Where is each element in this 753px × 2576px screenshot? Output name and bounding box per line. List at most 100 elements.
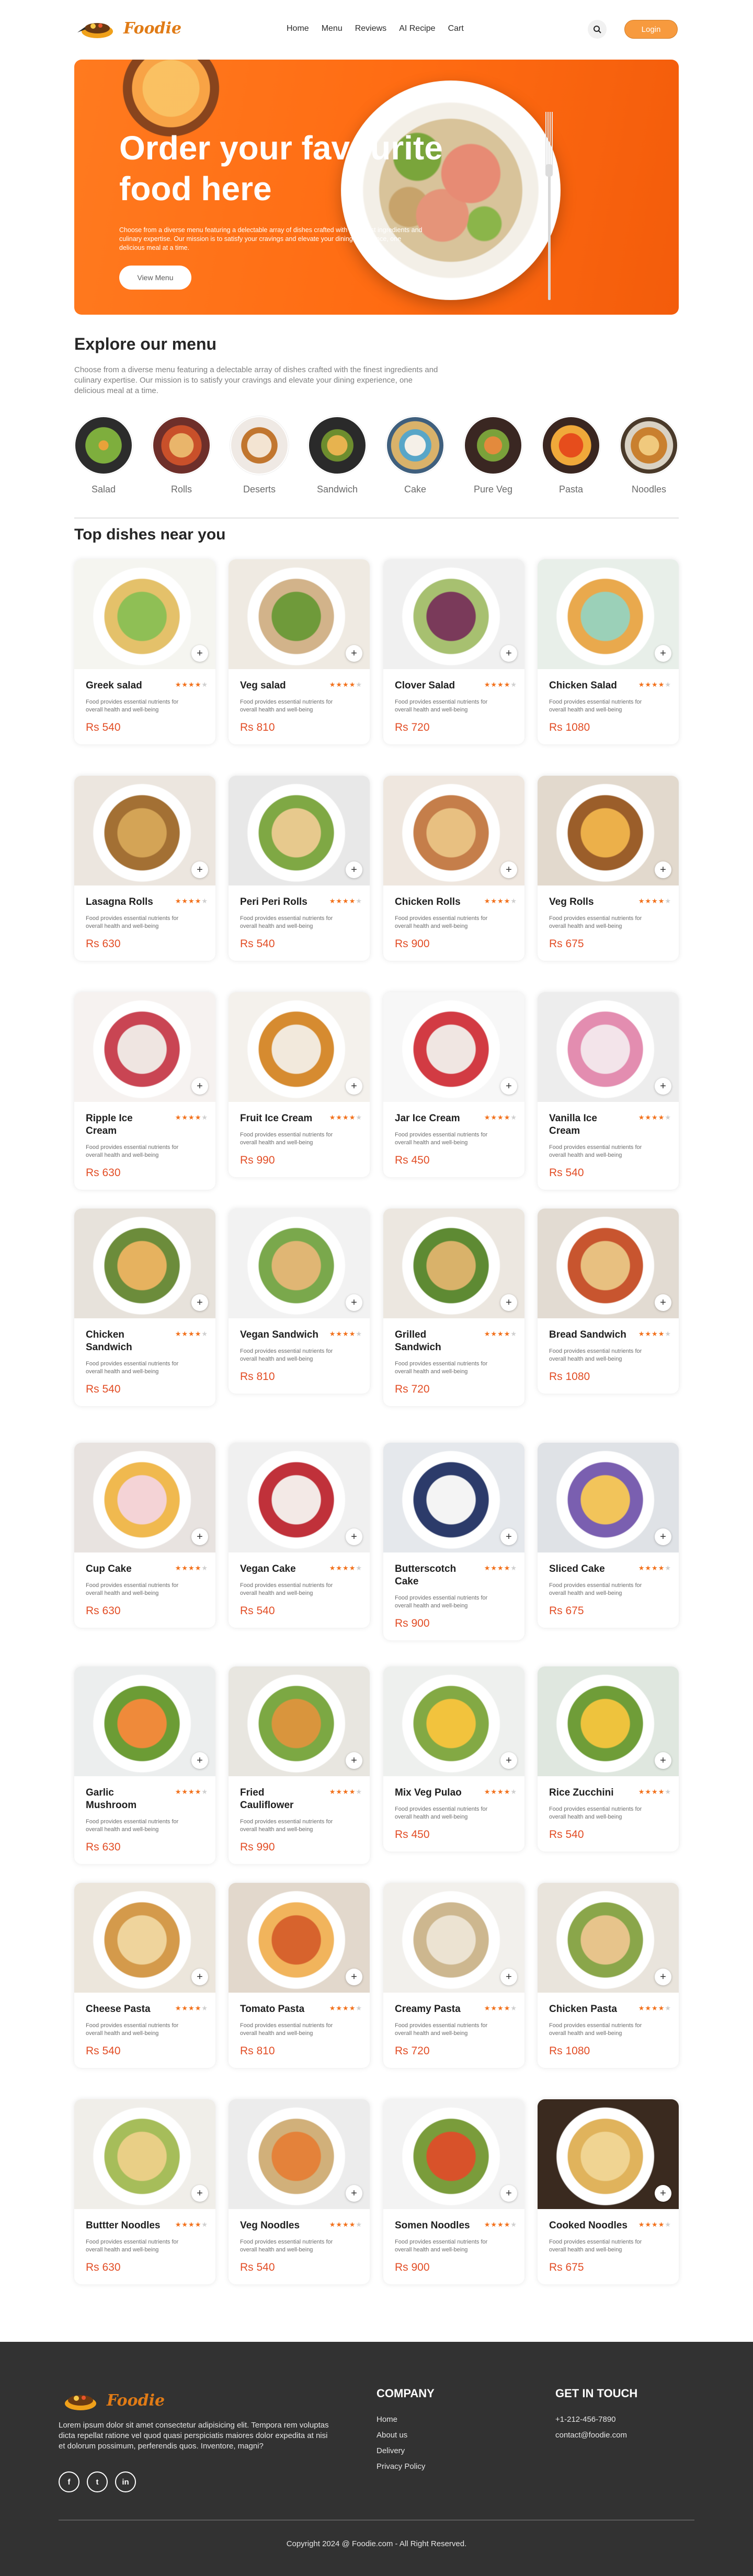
category-deserts[interactable]: Deserts xyxy=(230,416,289,495)
dish-card[interactable]: + Chicken Salad ★★★★★ Food provides essenti… xyxy=(538,559,679,744)
dish-card[interactable]: + Rice Zucchini ★★★★★ Food provides essenti… xyxy=(538,1666,679,1852)
dish-card[interactable]: + Cheese Pasta ★★★★★ Food provides essentia… xyxy=(74,1883,215,2068)
dish-card[interactable]: + Chicken Pasta ★★★★★ Food provides essenti… xyxy=(538,1883,679,2068)
nav-item-reviews[interactable]: Reviews xyxy=(355,24,386,33)
add-to-cart-icon[interactable]: + xyxy=(346,1078,362,1095)
footer-link-delivery[interactable]: Delivery xyxy=(376,2443,435,2459)
footer-link-privacy[interactable]: Privacy Policy xyxy=(376,2459,435,2475)
star-icon: ★ xyxy=(504,2004,511,2012)
dish-card[interactable]: + Lasagna Rolls ★★★★★ Food provides essenti… xyxy=(74,776,215,961)
add-to-cart-icon[interactable]: + xyxy=(655,861,671,878)
add-to-cart-icon[interactable]: + xyxy=(655,1969,671,1985)
add-to-cart-icon[interactable]: + xyxy=(346,1752,362,1769)
category-cake[interactable]: Cake xyxy=(386,416,444,495)
add-to-cart-icon[interactable]: + xyxy=(346,2185,362,2202)
dish-card[interactable]: + Butterscotch Cake ★★★★★ Food provides ess… xyxy=(383,1443,524,1640)
nav-item-home[interactable]: Home xyxy=(287,24,309,33)
star-icon: ★ xyxy=(336,1564,343,1572)
dish-card[interactable]: + Greek salad ★★★★★ Food provides essential… xyxy=(74,559,215,744)
logo[interactable]: Foodie xyxy=(74,16,181,41)
add-to-cart-icon[interactable]: + xyxy=(500,2185,517,2202)
add-to-cart-icon[interactable]: + xyxy=(500,1078,517,1095)
add-to-cart-icon[interactable]: + xyxy=(191,1078,208,1095)
dish-card[interactable]: + Cup Cake ★★★★★ Food provides essential nu… xyxy=(74,1443,215,1628)
dish-card[interactable]: + Buttter Noodles ★★★★★ Food provides essen… xyxy=(74,2099,215,2284)
add-to-cart-icon[interactable]: + xyxy=(655,1752,671,1769)
dish-card[interactable]: + Tomato Pasta ★★★★★ Food provides essentia… xyxy=(229,1883,370,2068)
add-to-cart-icon[interactable]: + xyxy=(500,1752,517,1769)
add-to-cart-icon[interactable]: + xyxy=(191,1752,208,1769)
add-to-cart-icon[interactable]: + xyxy=(346,645,362,662)
dish-card[interactable]: + Grilled Sandwich ★★★★★ Food provides esse… xyxy=(383,1209,524,1406)
add-to-cart-icon[interactable]: + xyxy=(191,1969,208,1985)
nav-item-menu[interactable]: Menu xyxy=(322,24,343,33)
dish-card[interactable]: + Fruit Ice Cream ★★★★★ Food provides essen… xyxy=(229,992,370,1177)
category-salad[interactable]: Salad xyxy=(74,416,133,495)
star-icon: ★ xyxy=(484,2221,491,2228)
add-to-cart-icon[interactable]: + xyxy=(655,2185,671,2202)
footer-link-about[interactable]: About us xyxy=(376,2428,435,2443)
category-sandwich[interactable]: Sandwich xyxy=(308,416,367,495)
star-icon: ★ xyxy=(510,1788,517,1796)
footer-logo[interactable]: Foodie xyxy=(58,2388,165,2413)
dish-card[interactable]: + Somen Noodles ★★★★★ Food provides essenti… xyxy=(383,2099,524,2284)
dish-price: Rs 540 xyxy=(240,938,275,950)
dish-card[interactable]: + Creamy Pasta ★★★★★ Food provides essentia… xyxy=(383,1883,524,2068)
dish-card[interactable]: + Vegan Cake ★★★★★ Food provides essential … xyxy=(229,1443,370,1628)
add-to-cart-icon[interactable]: + xyxy=(346,1969,362,1985)
category-pure-veg[interactable]: Pure Veg xyxy=(464,416,522,495)
add-to-cart-icon[interactable]: + xyxy=(346,1528,362,1545)
dish-card[interactable]: + Ripple Ice Cream ★★★★★ Food provides esse… xyxy=(74,992,215,1190)
add-to-cart-icon[interactable]: + xyxy=(191,1528,208,1545)
footer-contact-title: GET IN TOUCH xyxy=(555,2387,638,2400)
add-to-cart-icon[interactable]: + xyxy=(191,861,208,878)
add-to-cart-icon[interactable]: + xyxy=(500,645,517,662)
add-to-cart-icon[interactable]: + xyxy=(191,2185,208,2202)
dish-card[interactable]: + Clover Salad ★★★★★ Food provides essentia… xyxy=(383,559,524,744)
star-icon: ★ xyxy=(665,1113,671,1121)
add-to-cart-icon[interactable]: + xyxy=(500,861,517,878)
add-to-cart-icon[interactable]: + xyxy=(191,645,208,662)
login-button[interactable]: Login xyxy=(624,20,678,39)
twitter-icon[interactable]: t xyxy=(87,2471,108,2492)
dish-card[interactable]: + Cooked Noodles ★★★★★ Food provides essent… xyxy=(538,2099,679,2284)
dish-card[interactable]: + Veg Noodles ★★★★★ Food provides essential… xyxy=(229,2099,370,2284)
add-to-cart-icon[interactable]: + xyxy=(191,1294,208,1311)
category-rolls[interactable]: Rolls xyxy=(152,416,211,495)
nav-item-cart[interactable]: Cart xyxy=(448,24,464,33)
star-icon: ★ xyxy=(638,897,645,905)
view-menu-button[interactable]: View Menu xyxy=(119,266,191,290)
dish-card[interactable]: + Vegan Sandwich ★★★★★ Food provides essent… xyxy=(229,1209,370,1394)
dish-card[interactable]: + Mix Veg Pulao ★★★★★ Food provides essenti… xyxy=(383,1666,524,1852)
add-to-cart-icon[interactable]: + xyxy=(500,1294,517,1311)
dish-card[interactable]: + Vanilla Ice Cream ★★★★★ Food provides ess… xyxy=(538,992,679,1190)
search-button[interactable] xyxy=(588,20,607,39)
dish-card[interactable]: + Garlic Mushroom ★★★★★ Food provides essen… xyxy=(74,1666,215,1864)
dish-card[interactable]: + Sliced Cake ★★★★★ Food provides essential… xyxy=(538,1443,679,1628)
rating-stars-icon: ★★★★★ xyxy=(484,2004,517,2012)
dish-card[interactable]: + Jar Ice Cream ★★★★★ Food provides essenti… xyxy=(383,992,524,1177)
add-to-cart-icon[interactable]: + xyxy=(500,1969,517,1985)
add-to-cart-icon[interactable]: + xyxy=(500,1528,517,1545)
dish-name: Grilled Sandwich xyxy=(395,1329,441,1353)
rating-stars-icon: ★★★★★ xyxy=(638,897,671,905)
add-to-cart-icon[interactable]: + xyxy=(655,1294,671,1311)
dish-card[interactable]: + Chicken Rolls ★★★★★ Food provides essenti… xyxy=(383,776,524,961)
category-noodles[interactable]: Noodles xyxy=(620,416,678,495)
add-to-cart-icon[interactable]: + xyxy=(346,1294,362,1311)
dish-card[interactable]: + Chicken Sandwich ★★★★★ Food provides esse… xyxy=(74,1209,215,1406)
add-to-cart-icon[interactable]: + xyxy=(655,645,671,662)
linkedin-icon[interactable]: in xyxy=(115,2471,136,2492)
dish-card[interactable]: + Bread Sandwich ★★★★★ Food provides essent… xyxy=(538,1209,679,1394)
dish-card[interactable]: + Veg Rolls ★★★★★ Food provides essential n… xyxy=(538,776,679,961)
nav-item-ai-recipe[interactable]: AI Recipe xyxy=(399,24,435,33)
dish-card[interactable]: + Fried Cauliflower ★★★★★ Food provides ess… xyxy=(229,1666,370,1864)
add-to-cart-icon[interactable]: + xyxy=(346,861,362,878)
add-to-cart-icon[interactable]: + xyxy=(655,1078,671,1095)
category-pasta[interactable]: Pasta xyxy=(542,416,600,495)
add-to-cart-icon[interactable]: + xyxy=(655,1528,671,1545)
dish-card[interactable]: + Peri Peri Rolls ★★★★★ Food provides essen… xyxy=(229,776,370,961)
dish-card[interactable]: + Veg salad ★★★★★ Food provides essential n… xyxy=(229,559,370,744)
facebook-icon[interactable]: f xyxy=(59,2471,79,2492)
footer-link-home[interactable]: Home xyxy=(376,2412,435,2428)
